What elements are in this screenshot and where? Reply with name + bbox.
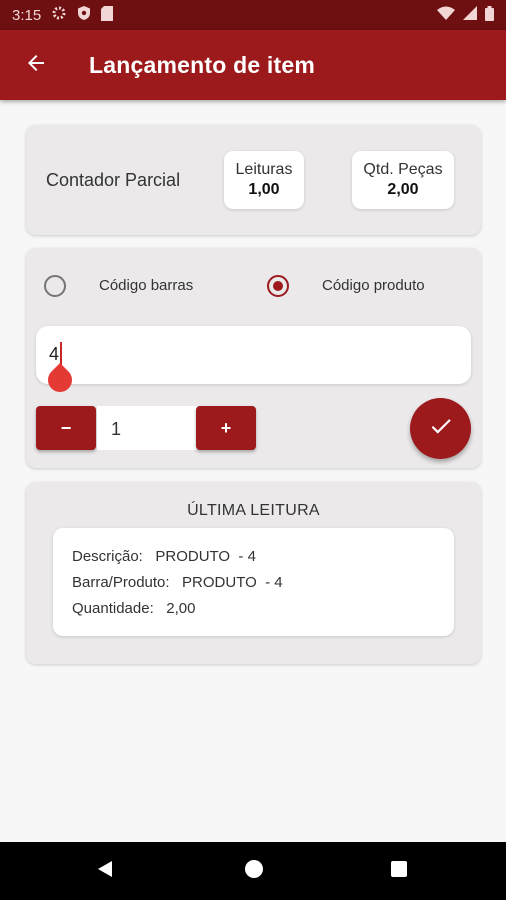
back-button[interactable] xyxy=(22,51,50,79)
navigation-bar xyxy=(0,842,506,900)
barra-produto-row: Barra/Produto: PRODUTO - 4 xyxy=(72,574,283,591)
descricao-row: Descrição: PRODUTO - 4 xyxy=(72,548,256,565)
code-input-value: 4 xyxy=(49,344,60,364)
page-title: Lançamento de item xyxy=(89,52,315,78)
settings-icon xyxy=(51,5,67,25)
radio-codigo-barras[interactable] xyxy=(44,275,66,297)
code-input[interactable]: 4 xyxy=(36,326,471,397)
status-time: 3:15 xyxy=(12,6,42,24)
circle-home-icon xyxy=(243,858,265,885)
wifi-icon xyxy=(437,6,455,24)
confirm-button[interactable] xyxy=(410,398,471,459)
shield-icon xyxy=(77,5,91,25)
sd-card-icon xyxy=(101,5,114,25)
increment-button[interactable]: + xyxy=(196,406,256,450)
last-reading-card: ÚLTIMA LEITURA Descrição: PRODUTO - 4 Ba… xyxy=(26,482,481,664)
triangle-back-icon xyxy=(95,859,115,884)
status-bar: 3:15 xyxy=(0,0,506,30)
check-icon xyxy=(428,413,454,444)
counter-label: Contador Parcial xyxy=(46,170,181,190)
pecas-counter: Qtd. Peças 2,00 xyxy=(352,151,454,209)
signal-icon xyxy=(463,6,477,24)
counter-card: Contador Parcial Leituras 1,00 Qtd. Peça… xyxy=(26,125,481,235)
arrow-left-icon xyxy=(24,51,48,80)
battery-icon xyxy=(485,5,494,25)
nav-home-button[interactable] xyxy=(241,858,267,884)
entry-card: Código barras Código produto 4 − 1 + xyxy=(26,248,481,468)
app-bar: Lançamento de item xyxy=(0,30,506,100)
pecas-value: 2,00 xyxy=(387,181,419,198)
square-recents-icon xyxy=(390,860,408,883)
last-reading-title: ÚLTIMA LEITURA xyxy=(187,502,320,519)
quantidade-row: Quantidade: 2,00 xyxy=(72,600,196,617)
radio-label-barras[interactable]: Código barras xyxy=(99,277,193,294)
decrement-button[interactable]: − xyxy=(36,406,96,450)
last-reading-details: Descrição: PRODUTO - 4 Barra/Produto: PR… xyxy=(53,528,454,636)
pecas-label: Qtd. Peças xyxy=(363,161,443,178)
leituras-counter: Leituras 1,00 xyxy=(224,151,304,209)
radio-label-produto[interactable]: Código produto xyxy=(322,277,425,294)
quantity-value: 1 xyxy=(111,419,122,439)
nav-back-button[interactable] xyxy=(92,858,118,884)
leituras-label: Leituras xyxy=(235,161,293,178)
cursor-handle[interactable] xyxy=(43,363,77,397)
quantity-field[interactable]: 1 xyxy=(97,406,197,450)
radio-codigo-produto[interactable] xyxy=(267,275,289,297)
leituras-value: 1,00 xyxy=(248,181,280,198)
nav-recents-button[interactable] xyxy=(386,858,412,884)
